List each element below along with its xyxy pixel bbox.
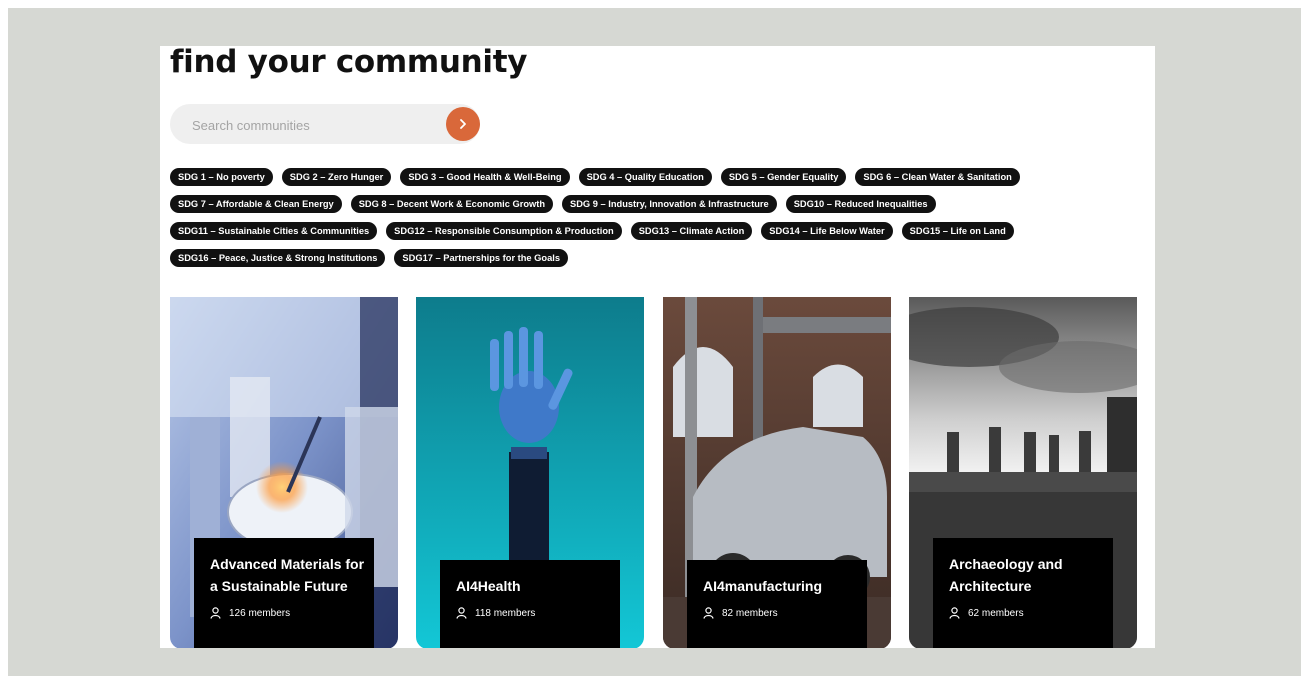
person-icon — [210, 607, 221, 619]
community-name-line2: a Sustainable Future — [210, 578, 348, 594]
sdg-tag-16[interactable]: SDG16 – Peace, Justice & Strong Institut… — [170, 249, 386, 267]
page-frame: find your community SDG 1 – No poverty S… — [8, 8, 1301, 676]
search-input[interactable] — [190, 104, 434, 146]
search-bar — [170, 104, 480, 146]
sdg-tag-9[interactable]: SDG 9 – Industry, Innovation & Infrastru… — [562, 195, 777, 213]
card-caption: Archaeology and Architecture 62 members — [933, 538, 1113, 648]
sdg-tag-13[interactable]: SDG13 – Climate Action — [630, 222, 753, 240]
community-name: AI4Health — [456, 578, 521, 594]
member-count-text: 62 members — [968, 607, 1024, 619]
community-card-ai4manufacturing[interactable]: AI4manufacturing 82 members — [663, 297, 891, 648]
community-page: find your community SDG 1 – No poverty S… — [160, 46, 1155, 648]
sdg-tag-5[interactable]: SDG 5 – Gender Equality — [720, 168, 847, 186]
sdg-tag-2[interactable]: SDG 2 – Zero Hunger — [281, 168, 392, 186]
sdg-tag-1[interactable]: SDG 1 – No poverty — [170, 168, 273, 186]
community-card-archaeology-architecture[interactable]: Archaeology and Architecture 62 members — [909, 297, 1137, 648]
community-name: Advanced Materials for — [210, 556, 365, 572]
member-count: 126 members — [210, 607, 290, 619]
sdg-tag-14[interactable]: SDG14 – Life Below Water — [761, 222, 893, 240]
card-caption: Advanced Materials for a Sustainable Fut… — [194, 538, 374, 648]
sdg-tag-17[interactable]: SDG17 – Partnerships for the Goals — [394, 249, 569, 267]
member-count-text: 118 members — [475, 607, 536, 619]
community-card-grid: Advanced Materials for a Sustainable Fut… — [170, 297, 1140, 648]
sdg-tag-10[interactable]: SDG10 – Reduced Inequalities — [785, 195, 936, 213]
search-button[interactable] — [446, 107, 480, 141]
person-icon — [703, 607, 714, 619]
sdg-tag-11[interactable]: SDG11 – Sustainable Cities & Communities — [170, 222, 378, 240]
member-count-text: 126 members — [229, 607, 291, 619]
member-count: 62 members — [949, 607, 1024, 619]
sdg-tag-8[interactable]: SDG 8 – Decent Work & Economic Growth — [350, 195, 554, 213]
community-card-advanced-materials[interactable]: Advanced Materials for a Sustainable Fut… — [170, 297, 398, 648]
person-icon — [949, 607, 960, 619]
sdg-tag-12[interactable]: SDG12 – Responsible Consumption & Produc… — [386, 222, 622, 240]
sdg-tag-4[interactable]: SDG 4 – Quality Education — [578, 168, 712, 186]
sdg-tag-7[interactable]: SDG 7 – Affordable & Clean Energy — [170, 195, 342, 213]
community-card-ai4health[interactable]: AI4Health 118 members — [416, 297, 644, 648]
sdg-tag-6[interactable]: SDG 6 – Clean Water & Sanitation — [855, 168, 1020, 186]
community-name: AI4manufacturing — [703, 578, 823, 594]
member-count-text: 82 members — [722, 607, 778, 619]
community-name: Archaeology and — [949, 556, 1063, 572]
page-title: find your community — [170, 46, 528, 80]
sdg-tag-15[interactable]: SDG15 – Life on Land — [901, 222, 1014, 240]
community-name-line2: Architecture — [949, 578, 1032, 594]
person-icon — [456, 607, 467, 619]
sdg-tag-3[interactable]: SDG 3 – Good Health & Well-Being — [400, 168, 570, 186]
card-caption: AI4Health 118 members — [440, 560, 620, 648]
card-caption: AI4manufacturing 82 members — [687, 560, 867, 648]
chevron-right-icon — [460, 119, 466, 129]
member-count: 118 members — [456, 607, 535, 619]
member-count: 82 members — [703, 607, 778, 619]
sdg-tag-list: SDG 1 – No poverty SDG 2 – Zero Hunger S… — [170, 168, 1130, 267]
